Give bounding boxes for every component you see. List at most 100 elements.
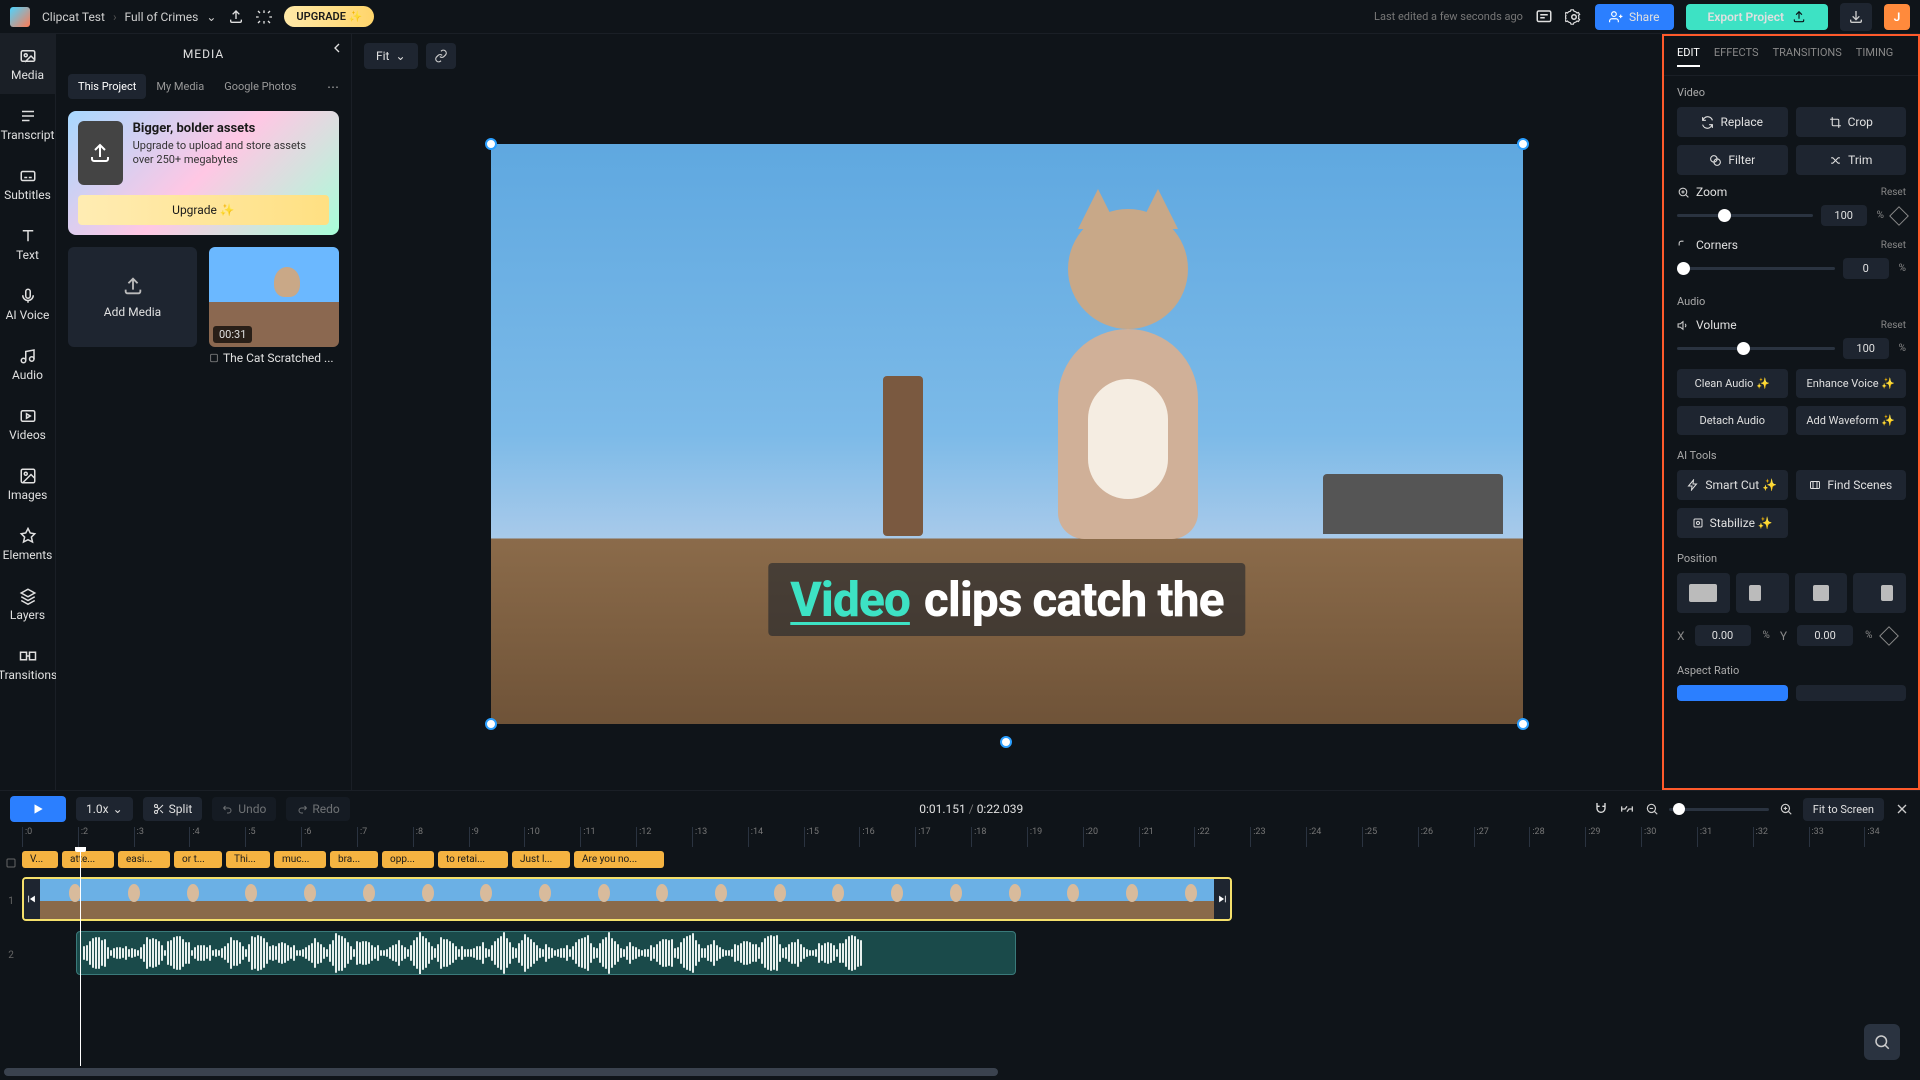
nav-aivoice[interactable]: AI Voice — [0, 274, 55, 334]
split-button[interactable]: Split — [143, 797, 203, 821]
tab-transitions[interactable]: TRANSITIONS — [1773, 46, 1842, 67]
filter-button[interactable]: Filter — [1677, 145, 1788, 175]
volume-reset[interactable]: Reset — [1881, 320, 1906, 331]
time-ruler[interactable]: :0:2:3:4:5:6:7:8:9:10:11:12:13:14:15:16:… — [0, 827, 1920, 847]
clean-audio-button[interactable]: Clean Audio ✨ — [1677, 369, 1788, 398]
rotate-handle[interactable] — [1000, 736, 1012, 748]
tab-effects[interactable]: EFFECTS — [1714, 46, 1759, 67]
video-track-clip[interactable] — [22, 877, 1232, 921]
trim-mode-icon[interactable] — [1619, 801, 1635, 817]
add-waveform-button[interactable]: Add Waveform ✨ — [1796, 406, 1907, 435]
resize-handle-bl[interactable] — [485, 718, 497, 730]
position-keyframe[interactable] — [1880, 626, 1900, 646]
gear-icon[interactable] — [1565, 8, 1583, 26]
trim-button[interactable]: Trim — [1796, 145, 1907, 175]
tab-timing[interactable]: TIMING — [1856, 46, 1894, 67]
replace-button[interactable]: Replace — [1677, 107, 1788, 137]
chevron-down-icon[interactable]: ⌄ — [206, 10, 216, 24]
zoom-slider[interactable] — [1669, 808, 1769, 811]
sparkle-icon[interactable] — [256, 9, 272, 25]
crop-button[interactable]: Crop — [1796, 107, 1907, 137]
avatar[interactable]: J — [1884, 4, 1910, 30]
timeline-marker[interactable]: opp... — [382, 851, 434, 868]
timeline-marker[interactable]: Thi... — [226, 851, 270, 868]
timeline-marker[interactable]: to retai... — [438, 851, 508, 868]
timeline-scrollbar[interactable] — [0, 1066, 1920, 1080]
nav-videos[interactable]: Videos — [0, 394, 55, 454]
zoom-in-icon[interactable] — [1779, 802, 1793, 816]
volume-value[interactable]: 100 — [1843, 338, 1889, 359]
tab-google-photos[interactable]: Google Photos — [214, 74, 306, 99]
timeline-marker[interactable]: bra... — [330, 851, 378, 868]
tab-this-project[interactable]: This Project — [68, 74, 146, 99]
help-fab[interactable] — [1864, 1024, 1900, 1060]
pos-left[interactable] — [1736, 573, 1789, 613]
fit-to-screen-button[interactable]: Fit to Screen — [1803, 798, 1884, 821]
detach-audio-button[interactable]: Detach Audio — [1677, 406, 1788, 435]
undo-button[interactable]: Undo — [212, 797, 276, 821]
upgrade-pill[interactable]: UPGRADE ✨ — [284, 6, 374, 27]
project-name[interactable]: Full of Crimes — [125, 10, 199, 24]
zoom-slider[interactable] — [1677, 214, 1813, 217]
preview-canvas[interactable]: Video clips catch the — [491, 144, 1523, 724]
redo-button[interactable]: Redo — [286, 797, 349, 821]
marker-track[interactable]: V...atte...easi...or t...Thi...muc...bra… — [22, 847, 1920, 871]
workspace-name[interactable]: Clipcat Test — [42, 10, 105, 24]
upsell-upgrade-button[interactable]: Upgrade ✨ — [78, 195, 329, 225]
link-aspect-button[interactable] — [426, 43, 456, 69]
playhead[interactable] — [80, 847, 81, 1066]
nav-layers[interactable]: Layers — [0, 574, 55, 634]
corners-reset[interactable]: Reset — [1881, 240, 1906, 251]
timeline-marker[interactable]: Just l... — [512, 851, 570, 868]
resize-handle-br[interactable] — [1517, 718, 1529, 730]
close-timeline-icon[interactable] — [1894, 801, 1910, 817]
volume-slider[interactable] — [1677, 347, 1835, 350]
timeline-marker[interactable]: or t... — [174, 851, 222, 868]
more-icon[interactable]: ⋯ — [327, 80, 339, 94]
app-logo[interactable] — [10, 7, 30, 27]
smart-cut-button[interactable]: Smart Cut ✨ — [1677, 470, 1788, 500]
pos-right[interactable] — [1853, 573, 1906, 613]
resize-handle-tl[interactable] — [485, 138, 497, 150]
timeline-marker[interactable]: easi... — [118, 851, 170, 868]
nav-audio[interactable]: Audio — [0, 334, 55, 394]
nav-transitions[interactable]: Transitions — [0, 634, 55, 694]
download-button[interactable] — [1840, 3, 1872, 31]
export-button[interactable]: Export Project — [1686, 4, 1828, 30]
play-button[interactable] — [10, 796, 66, 822]
clip-thumbnail[interactable]: 00:31 — [209, 247, 339, 347]
nav-text[interactable]: Text — [0, 214, 55, 274]
audio-track-clip[interactable] — [76, 931, 1016, 975]
nav-images[interactable]: Images — [0, 454, 55, 514]
enhance-voice-button[interactable]: Enhance Voice ✨ — [1796, 369, 1907, 398]
share-button[interactable]: Share — [1595, 4, 1674, 30]
speed-dropdown[interactable]: 1.0x⌄ — [76, 797, 133, 821]
find-scenes-button[interactable]: Find Scenes — [1796, 470, 1907, 500]
add-media-button[interactable]: Add Media — [68, 247, 197, 347]
nav-elements[interactable]: Elements — [0, 514, 55, 574]
comment-icon[interactable] — [1535, 8, 1553, 26]
zoom-out-icon[interactable] — [1645, 802, 1659, 816]
clip-handle-left[interactable] — [24, 879, 40, 919]
stabilize-button[interactable]: Stabilize ✨ — [1677, 508, 1788, 538]
fit-dropdown[interactable]: Fit ⌄ — [364, 43, 418, 69]
tab-edit[interactable]: EDIT — [1677, 46, 1700, 67]
y-value[interactable]: 0.00 — [1797, 625, 1853, 646]
clip-handle-right[interactable] — [1214, 879, 1230, 919]
timeline-marker[interactable]: V... — [22, 851, 58, 868]
aspect-option-2[interactable] — [1796, 685, 1907, 701]
timeline-marker[interactable]: Are you no... — [574, 851, 664, 868]
pos-center[interactable] — [1795, 573, 1848, 613]
corners-value[interactable]: 0 — [1843, 258, 1889, 279]
zoom-reset[interactable]: Reset — [1881, 187, 1906, 198]
aspect-option-1[interactable] — [1677, 685, 1788, 701]
corners-slider[interactable] — [1677, 267, 1835, 270]
media-clip[interactable]: 00:31 The Cat Scratched ... — [209, 247, 339, 365]
x-value[interactable]: 0.00 — [1695, 625, 1751, 646]
tracks-area[interactable]: 1 2 V...atte...easi...or t...Thi...muc..… — [0, 847, 1920, 1066]
magnet-icon[interactable] — [1593, 801, 1609, 817]
share-up-icon[interactable] — [228, 9, 244, 25]
resize-handle-tr[interactable] — [1517, 138, 1529, 150]
pos-full[interactable] — [1677, 573, 1730, 613]
nav-subtitles[interactable]: Subtitles — [0, 154, 55, 214]
